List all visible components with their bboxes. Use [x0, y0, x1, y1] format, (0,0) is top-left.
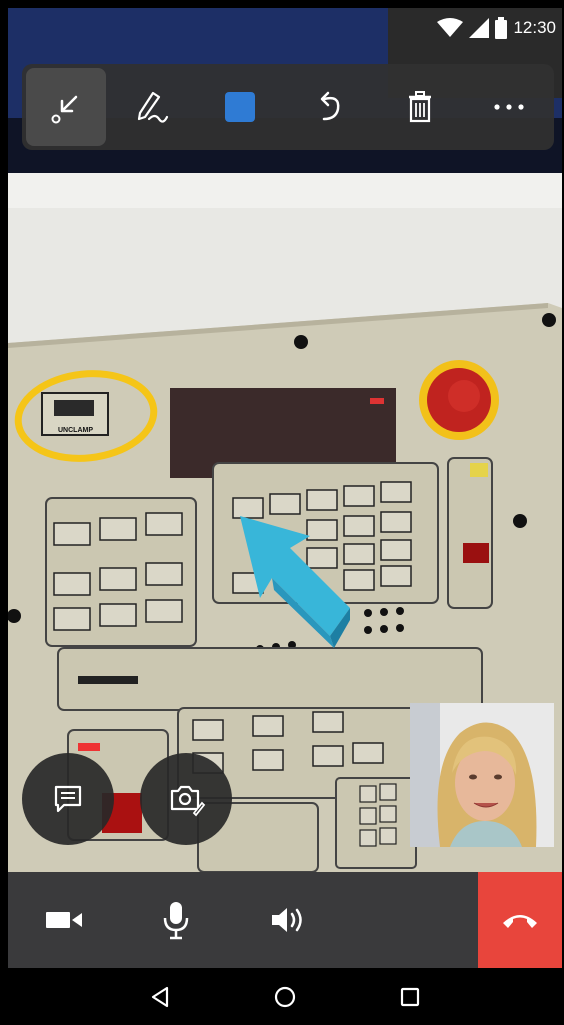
nav-back-button[interactable] — [135, 972, 185, 1022]
end-call-button[interactable] — [478, 872, 562, 968]
more-horizontal-icon — [494, 104, 524, 110]
call-control-bar — [8, 872, 562, 968]
microphone-icon — [163, 902, 189, 940]
color-swatch — [225, 92, 256, 122]
speaker-toggle-button[interactable] — [232, 872, 344, 968]
trash-icon — [408, 91, 431, 123]
chat-icon — [54, 785, 82, 813]
pointer-arrow-tool[interactable] — [26, 68, 106, 146]
undo-tool[interactable] — [285, 64, 375, 150]
annotation-toolbar — [22, 64, 554, 150]
battery-icon — [495, 17, 508, 39]
undo-icon — [320, 91, 340, 121]
pen-icon — [137, 91, 168, 123]
recents-square-icon — [400, 987, 419, 1006]
camera-annotate-icon — [170, 785, 206, 817]
mic-toggle-button[interactable] — [120, 872, 232, 968]
android-nav-bar — [8, 968, 562, 1025]
pen-tool[interactable] — [106, 64, 196, 150]
self-video-preview[interactable] — [410, 703, 554, 847]
call-bar-spacer — [344, 872, 478, 968]
nav-recents-button[interactable] — [385, 972, 435, 1022]
color-tool[interactable] — [196, 64, 286, 150]
snapshot-button[interactable] — [140, 753, 232, 845]
status-bar: 12:30 — [437, 8, 562, 48]
status-time: 12:30 — [513, 18, 556, 37]
home-circle-icon — [274, 986, 296, 1007]
video-call-screen: UNCLAMP 12:30 — [8, 8, 562, 1025]
wifi-icon — [437, 18, 464, 37]
nav-home-button[interactable] — [260, 972, 310, 1022]
signal-icon — [469, 18, 490, 38]
arrow-down-left-icon — [51, 95, 78, 124]
phone-hangup-icon — [503, 915, 537, 928]
unclamp-label: UNCLAMP — [58, 427, 93, 434]
video-toggle-button[interactable] — [8, 872, 120, 968]
back-triangle-icon — [152, 986, 169, 1007]
chat-button[interactable] — [22, 753, 114, 845]
delete-tool[interactable] — [375, 64, 465, 150]
video-camera-icon — [46, 912, 82, 928]
speaker-icon — [272, 908, 302, 932]
self-video-image — [410, 703, 554, 847]
more-tool[interactable] — [464, 64, 554, 150]
